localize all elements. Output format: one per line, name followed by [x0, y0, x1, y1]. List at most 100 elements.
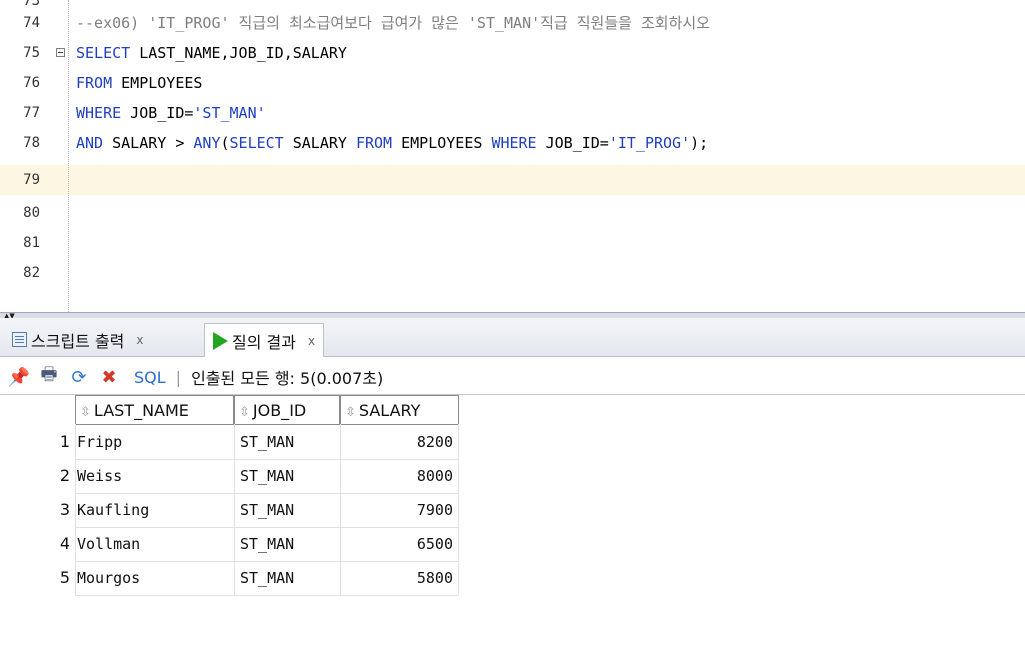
tab-script-output[interactable]: 스크립트 출력 x [4, 324, 152, 355]
grid-line [75, 424, 76, 595]
run-query-icon [213, 331, 228, 350]
sql-token: LAST_NAME,JOB_ID,SALARY [130, 44, 347, 62]
fetched-rows-status: 인출된 모든 행: 5(0.007초) [191, 369, 384, 388]
code-text: FROM EMPLOYEES [76, 68, 202, 98]
sort-icon[interactable]: ⇳ [239, 405, 250, 420]
line-number: 75 [23, 45, 40, 61]
line-number: 76 [23, 75, 40, 91]
sql-token: ( [220, 134, 230, 152]
sql-comment: --ex06) 'IT_PROG' 직급의 최소급여보다 급여가 많은 'ST_… [76, 14, 710, 32]
table-row[interactable]: 2 Weiss ST_MAN 8000 [0, 459, 460, 493]
code-text: --ex06) 'IT_PROG' 직급의 최소급여보다 급여가 많은 'ST_… [76, 8, 710, 38]
code-text: SELECT LAST_NAME,JOB_ID,SALARY [76, 38, 347, 68]
line-number: 79 [23, 172, 40, 188]
sql-token: SALARY [283, 134, 356, 152]
code-line-76[interactable]: 76 FROM EMPLOYEES [0, 68, 1025, 98]
table-row[interactable]: 3 Kaufling ST_MAN 7900 [0, 493, 460, 527]
code-line-82[interactable]: 82 [0, 258, 1025, 288]
cell-salary[interactable]: 5800 [340, 561, 453, 595]
results-toolbar: 📌 🖶 ⟳ ✖ SQL | 인출된 모든 행: 5(0.007초) [0, 357, 1025, 397]
results-tab-bar: 스크립트 출력 x 질의 결과 x [0, 318, 1025, 357]
sql-token: JOB_ID= [536, 134, 609, 152]
line-number: 74 [23, 15, 40, 31]
close-icon[interactable]: x [308, 334, 315, 348]
sql-keyword: SELECT [76, 44, 131, 62]
sql-keyword: AND [76, 134, 104, 152]
row-number: 1 [59, 432, 70, 451]
row-number: 5 [59, 568, 70, 587]
refresh-icon[interactable]: ⟳ [68, 366, 90, 388]
cell-job-id[interactable]: ST_MAN [240, 561, 294, 595]
grid-header: ⇳ LAST_NAME ⇳ JOB_ID ⇳ SALARY [0, 395, 460, 425]
tab-label: 질의 결과 [232, 332, 296, 352]
script-output-icon [12, 332, 27, 347]
row-number: 4 [59, 534, 70, 553]
sort-icon[interactable]: ⇳ [80, 405, 91, 420]
sql-token: ); [690, 134, 709, 152]
sql-token: EMPLOYEES [392, 134, 492, 152]
code-text: AND SALARY > ANY(SELECT SALARY FROM EMPL… [76, 128, 708, 158]
sql-keyword: WHERE [491, 134, 537, 152]
code-line-79[interactable]: 79 [0, 165, 1025, 195]
fold-toggle-icon[interactable] [56, 48, 65, 57]
table-row[interactable]: 5 Mourgos ST_MAN 5800 [0, 561, 460, 595]
sql-keyword: WHERE [76, 104, 122, 122]
code-line-80[interactable]: 80 [0, 198, 1025, 228]
export-icon[interactable]: ✖ [98, 366, 120, 388]
sql-string: 'IT_PROG' [608, 134, 691, 152]
code-line-75[interactable]: 75 SELECT LAST_NAME,JOB_ID,SALARY [0, 38, 1025, 68]
cell-salary[interactable]: 8000 [340, 459, 453, 493]
pin-icon[interactable]: 📌 [8, 366, 30, 388]
sql-token: SALARY > [103, 134, 194, 152]
cell-job-id[interactable]: ST_MAN [240, 459, 294, 493]
cell-job-id[interactable]: ST_MAN [240, 493, 294, 527]
column-header-salary[interactable]: ⇳ SALARY [340, 395, 459, 425]
code-line-77[interactable]: 77 WHERE JOB_ID='ST_MAN' [0, 98, 1025, 128]
cell-job-id[interactable]: ST_MAN [240, 425, 294, 459]
line-number: 80 [23, 205, 40, 221]
grid-line [340, 424, 341, 595]
sql-string: 'ST_MAN' [193, 104, 266, 122]
table-row[interactable]: 4 Vollman ST_MAN 6500 [0, 527, 460, 561]
code-line-78[interactable]: 78 AND SALARY > ANY(SELECT SALARY FROM EM… [0, 128, 1025, 158]
sql-editor[interactable]: 73 74 --ex06) 'IT_PROG' 직급의 최소급여보다 급여가 많은 … [0, 0, 1025, 312]
sql-keyword: ANY [193, 134, 221, 152]
code-line-74[interactable]: 74 --ex06) 'IT_PROG' 직급의 최소급여보다 급여가 많은 'S… [0, 8, 1025, 38]
cell-salary[interactable]: 8200 [340, 425, 453, 459]
cell-job-id[interactable]: ST_MAN [240, 527, 294, 561]
cell-last-name[interactable]: Kaufling [77, 493, 149, 527]
sql-token: JOB_ID= [121, 104, 194, 122]
table-row[interactable]: 1 Fripp ST_MAN 8200 [0, 425, 460, 459]
cell-last-name[interactable]: Vollman [77, 527, 140, 561]
close-icon[interactable]: x [136, 333, 143, 347]
sql-token: EMPLOYEES [112, 74, 203, 92]
sql-keyword: FROM [355, 134, 393, 152]
cell-last-name[interactable]: Fripp [77, 425, 122, 459]
line-number: 81 [23, 235, 40, 251]
line-number: 82 [23, 265, 40, 281]
fold-guide [68, 0, 69, 312]
line-number: 78 [23, 135, 40, 151]
column-header-job-id[interactable]: ⇳ JOB_ID [234, 395, 340, 425]
sql-keyword: FROM [76, 74, 113, 92]
cell-last-name[interactable]: Mourgos [77, 561, 140, 595]
sql-keyword: SELECT [229, 134, 284, 152]
print-icon[interactable]: 🖶 [38, 364, 60, 388]
grid-line [75, 595, 458, 596]
tab-query-result[interactable]: 질의 결과 x [204, 323, 325, 357]
row-number: 2 [59, 466, 70, 485]
line-number: 77 [23, 105, 40, 121]
grid-line [234, 424, 235, 595]
toolbar-separator: | [175, 367, 182, 387]
cell-salary[interactable]: 7900 [340, 493, 453, 527]
cell-salary[interactable]: 6500 [340, 527, 453, 561]
row-number: 3 [59, 500, 70, 519]
sort-icon[interactable]: ⇳ [345, 405, 356, 420]
code-text: WHERE JOB_ID='ST_MAN' [76, 98, 266, 128]
sql-button[interactable]: SQL [134, 368, 166, 387]
grid-line [458, 424, 459, 595]
tab-label: 스크립트 출력 [31, 331, 125, 351]
code-line-81[interactable]: 81 [0, 228, 1025, 258]
cell-last-name[interactable]: Weiss [77, 459, 122, 493]
column-header-last-name[interactable]: ⇳ LAST_NAME [75, 395, 234, 425]
